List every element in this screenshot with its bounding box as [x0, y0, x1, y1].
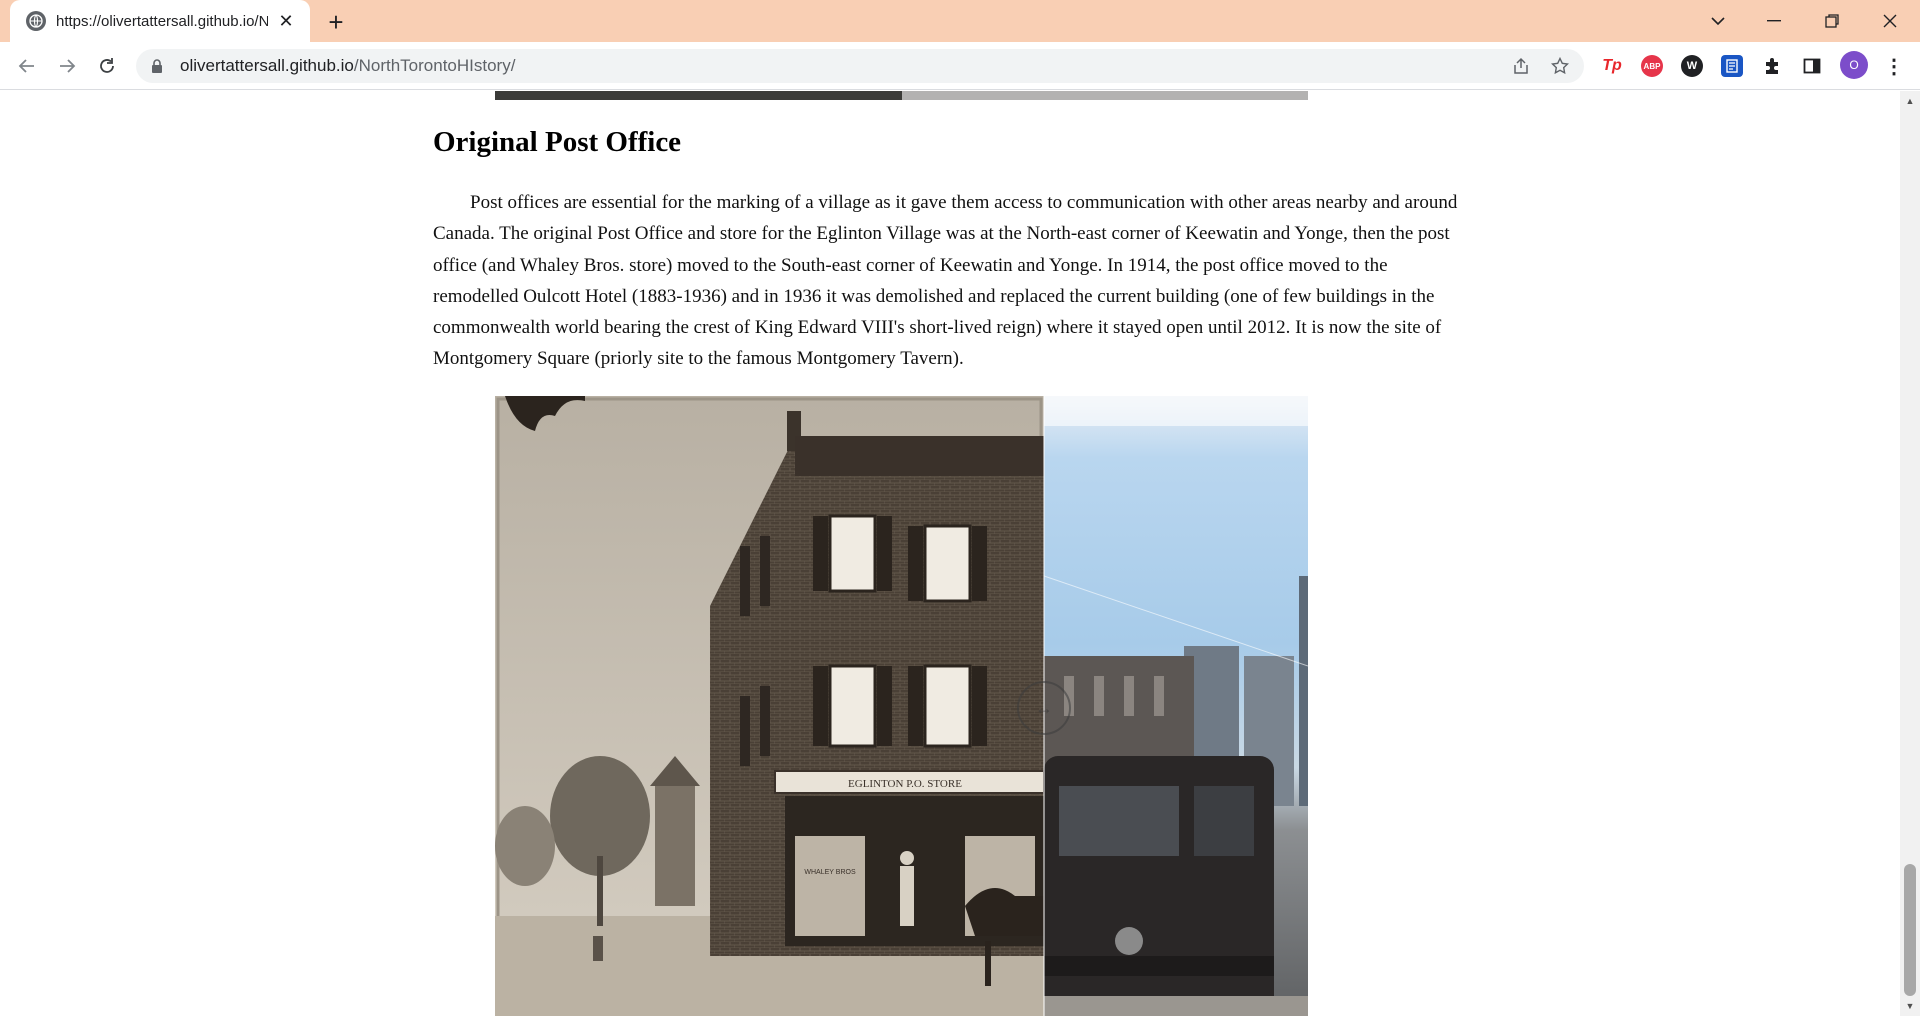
minimize-icon[interactable] [1746, 0, 1802, 42]
window-sign-text: WHALEY BROS [804, 869, 856, 876]
puzzle-icon[interactable] [1761, 55, 1783, 77]
lock-icon[interactable] [150, 59, 164, 73]
close-tab-icon[interactable]: ✕ [274, 9, 298, 33]
scroll-down-arrow-icon[interactable]: ▼ [1900, 996, 1920, 1016]
tab-strip: https://olivertattersall.github.io/N ✕ + [0, 0, 1920, 42]
restore-icon[interactable] [1804, 0, 1860, 42]
tp-extension-icon[interactable]: Tp [1601, 55, 1623, 77]
url-path: /NorthTorontoHIstory/ [353, 56, 516, 75]
side-panel-icon[interactable] [1801, 55, 1823, 77]
scrollbar-thumb[interactable] [1904, 864, 1916, 996]
address-bar[interactable]: olivertattersall.github.io/NorthTorontoH… [136, 49, 1584, 83]
comparison-slider-handle[interactable]: ↔ [1017, 681, 1071, 735]
tab-title: https://olivertattersall.github.io/N [56, 12, 268, 30]
adblock-extension-icon[interactable]: ABP [1641, 55, 1663, 77]
section-title: Original Post Office [433, 126, 682, 158]
w-extension-icon[interactable]: W [1681, 55, 1703, 77]
close-window-icon[interactable] [1862, 0, 1918, 42]
page-viewport: Original Post Office Post offices are es… [0, 91, 1900, 1016]
scroll-up-arrow-icon[interactable]: ▲ [1900, 91, 1920, 111]
reload-icon[interactable] [91, 50, 123, 82]
bookmark-extension-icon[interactable] [1721, 55, 1743, 77]
globe-icon [26, 11, 46, 31]
section-paragraph: Post offices are essential for the marki… [433, 192, 1458, 370]
modern-street-photo [1044, 396, 1308, 1016]
bookmark-star-icon[interactable] [1549, 55, 1571, 77]
previous-comparison-image-bottom [495, 91, 1308, 100]
url-host: olivertattersall.github.io [180, 56, 354, 75]
store-sign-text: EGLINTON P.O. STORE [848, 778, 962, 790]
historic-post-office-photo: EGLINTON P.O. STORE WHALEY BROS [495, 396, 1044, 1016]
tab-search-icon[interactable] [1690, 0, 1746, 42]
profile-avatar[interactable]: O [1840, 51, 1868, 79]
page-scrollbar[interactable]: ▲ ▼ [1900, 91, 1920, 1016]
share-icon[interactable] [1510, 55, 1532, 77]
new-tab-icon[interactable]: + [322, 7, 350, 37]
browser-toolbar: olivertattersall.github.io/NorthTorontoH… [0, 42, 1920, 90]
menu-icon[interactable]: ⋮ [1883, 55, 1905, 78]
active-tab[interactable]: https://olivertattersall.github.io/N ✕ [10, 0, 310, 42]
back-icon[interactable] [11, 50, 43, 82]
before-after-image-comparison[interactable]: EGLINTON P.O. STORE WHALEY BROS ↔ [495, 396, 1308, 1016]
forward-icon[interactable] [51, 50, 83, 82]
